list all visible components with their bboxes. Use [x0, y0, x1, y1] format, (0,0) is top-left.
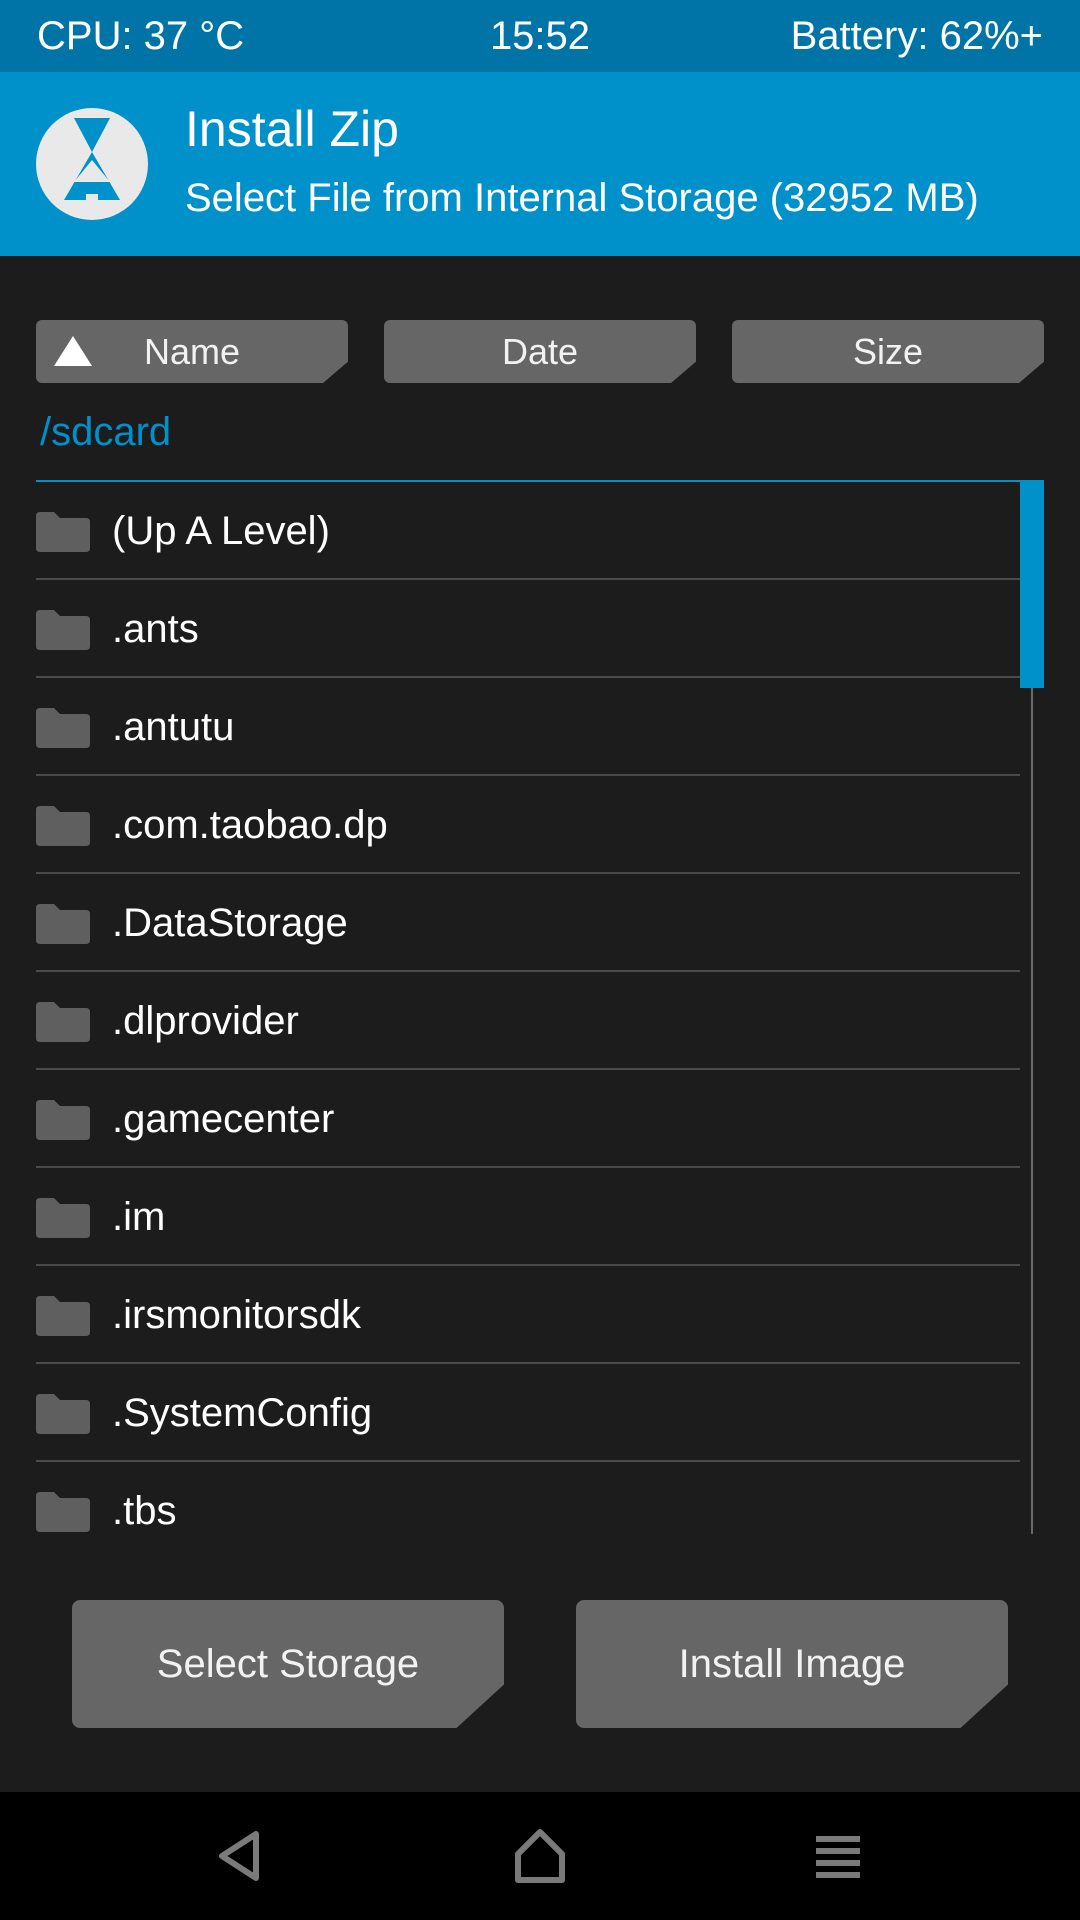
- folder-icon: [36, 1394, 90, 1434]
- file-list-item[interactable]: .SystemConfig: [36, 1364, 1020, 1462]
- back-triangle-icon[interactable]: [210, 1826, 270, 1886]
- file-list-item[interactable]: .gamecenter: [36, 1070, 1020, 1168]
- page-subtitle: Select File from Internal Storage (32952…: [185, 176, 979, 220]
- folder-icon: [36, 1100, 90, 1140]
- file-list-item[interactable]: .com.taobao.dp: [36, 776, 1020, 874]
- file-list-item[interactable]: .im: [36, 1168, 1020, 1266]
- twrp-install-screen: CPU: 37 °C 15:52 Battery: 62%+ Install Z…: [0, 0, 1080, 1920]
- twrp-logo-icon: [36, 108, 148, 220]
- folder-icon: [36, 904, 90, 944]
- file-name-label: .SystemConfig: [112, 1391, 373, 1435]
- file-list-item[interactable]: .ants: [36, 580, 1020, 678]
- page-title: Install Zip: [185, 101, 399, 157]
- file-list-item[interactable]: .antutu: [36, 678, 1020, 776]
- install-image-button[interactable]: Install Image: [576, 1600, 1008, 1728]
- file-name-label: .irsmonitorsdk: [112, 1293, 361, 1337]
- battery-status: Battery: 62%+: [790, 14, 1043, 58]
- sort-date-label: Date: [501, 331, 579, 372]
- file-name-label: .com.taobao.dp: [112, 803, 388, 847]
- scrollbar-thumb[interactable]: [1020, 482, 1044, 688]
- file-list-item[interactable]: .irsmonitorsdk: [36, 1266, 1020, 1364]
- file-list-item[interactable]: .tbs: [36, 1462, 1020, 1534]
- folder-icon: [36, 1198, 90, 1238]
- select-storage-button[interactable]: Select Storage: [72, 1600, 504, 1728]
- file-list-item[interactable]: (Up A Level): [36, 482, 1020, 580]
- file-list-item[interactable]: .dlprovider: [36, 972, 1020, 1070]
- folder-icon: [36, 512, 90, 552]
- folder-icon: [36, 1296, 90, 1336]
- home-icon[interactable]: [510, 1826, 570, 1886]
- file-name-label: .im: [112, 1195, 166, 1239]
- folder-icon: [36, 610, 90, 650]
- file-name-label: .ants: [112, 607, 199, 651]
- sort-by-size-button[interactable]: Size: [732, 320, 1044, 383]
- file-list-item[interactable]: .DataStorage: [36, 874, 1020, 972]
- folder-icon: [36, 1492, 90, 1532]
- page-header: Install Zip Select File from Internal St…: [0, 72, 1080, 256]
- sort-by-name-button[interactable]: Name: [36, 320, 348, 383]
- file-name-label: .tbs: [112, 1489, 177, 1533]
- file-name-label: .gamecenter: [112, 1097, 335, 1141]
- file-list[interactable]: (Up A Level) .ants .antutu .com.taobao.dp .D…: [36, 482, 1020, 1534]
- folder-icon: [36, 1002, 90, 1042]
- sort-size-label: Size: [852, 331, 924, 372]
- file-name-label: .DataStorage: [112, 901, 348, 945]
- folder-icon: [36, 806, 90, 846]
- current-path: /sdcard: [40, 410, 172, 454]
- status-bar: CPU: 37 °C 15:52 Battery: 62%+: [0, 0, 1080, 72]
- file-name-label: .antutu: [112, 705, 235, 749]
- file-name-label: (Up A Level): [112, 509, 330, 553]
- triangle-up-icon: [52, 334, 94, 368]
- folder-icon: [36, 708, 90, 748]
- sort-by-date-button[interactable]: Date: [384, 320, 696, 383]
- navigation-bar: [0, 1792, 1080, 1920]
- sort-name-label: Name: [143, 331, 241, 372]
- file-name-label: .dlprovider: [112, 999, 299, 1043]
- menu-lines-icon[interactable]: [810, 1826, 870, 1886]
